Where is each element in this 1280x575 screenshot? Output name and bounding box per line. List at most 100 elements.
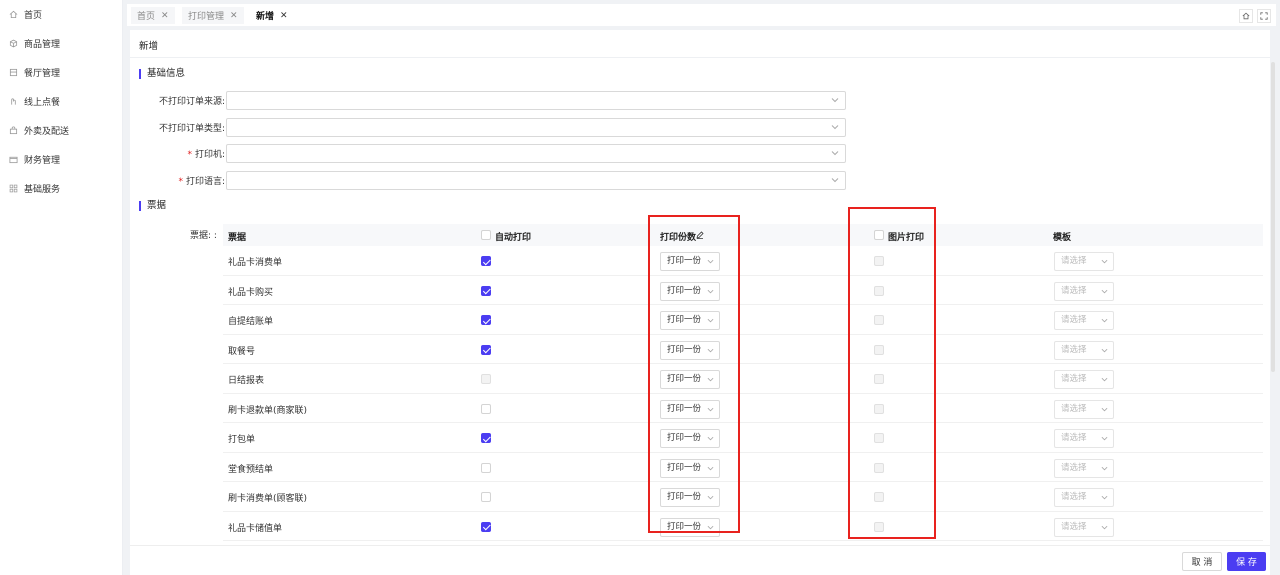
required-mark: * xyxy=(187,150,192,160)
close-icon[interactable]: ✕ xyxy=(230,11,238,21)
auto-print-checkbox[interactable] xyxy=(481,492,491,502)
sidebar-item-home[interactable]: 首页 xyxy=(0,3,123,25)
close-icon[interactable]: ✕ xyxy=(161,11,169,21)
tab-bar: 首页 ✕ 打印管理 ✕ 新增 ✕ xyxy=(127,4,1276,26)
sidebar: 首页 商品管理 餐厅管理 线上点餐 外卖及配送 财务管理 基础服务 xyxy=(0,0,123,575)
chevron-down-icon xyxy=(831,125,839,130)
template-select: 请选择 xyxy=(1054,281,1114,301)
chevron-down-icon xyxy=(707,495,714,500)
tab-print-management[interactable]: 打印管理 ✕ xyxy=(182,7,244,24)
chevron-down-icon xyxy=(1101,348,1108,352)
copies-value: 打印一份 xyxy=(667,315,702,325)
image-print-checkbox xyxy=(874,315,884,325)
chevron-down-icon xyxy=(707,407,714,411)
copies-select[interactable]: 打印一份 xyxy=(660,429,720,448)
exclude-type-select[interactable] xyxy=(226,118,846,137)
auto-print-checkbox[interactable] xyxy=(481,344,491,355)
tickets-table-header: 票据 自动打印 打印份数 图片打印 模板 xyxy=(223,224,1263,246)
close-icon[interactable]: ✕ xyxy=(280,11,288,21)
ticket-name: 刷卡消费单(顾客联) xyxy=(228,494,308,504)
copies-value: 打印一份 xyxy=(667,285,702,296)
chevron-down-icon xyxy=(831,98,839,103)
copies-select[interactable]: 打印一份 xyxy=(660,399,720,419)
table-row: 礼品卡储值单 打印一份 请选择 xyxy=(223,512,1263,541)
print-language-select[interactable] xyxy=(226,171,846,190)
label-text: 打印语言: xyxy=(185,177,225,187)
ticket-name: 堂食预结单 xyxy=(228,464,274,475)
auto-print-checkbox[interactable] xyxy=(481,433,491,443)
section-title-basic: 基础信息 xyxy=(139,69,185,79)
printer-select[interactable] xyxy=(226,144,846,163)
exclude-source-select[interactable] xyxy=(226,91,846,110)
auto-print-checkbox[interactable] xyxy=(481,462,491,473)
table-row: 堂食预结单 打印一份 请选择 xyxy=(223,453,1263,482)
chevron-down-icon xyxy=(707,525,714,529)
template-placeholder: 请选择 xyxy=(1061,521,1087,532)
tickets-field-label: 票据: : xyxy=(190,231,217,241)
tab-label: 打印管理 xyxy=(188,12,225,22)
fullscreen-icon[interactable] xyxy=(1257,9,1271,23)
sidebar-item-label: 餐厅管理 xyxy=(24,68,61,79)
auto-print-all-checkbox[interactable] xyxy=(481,230,491,240)
auto-print-checkbox[interactable] xyxy=(481,285,491,296)
form-label-exclude-type: 不打印订单类型: xyxy=(130,121,225,134)
sidebar-item-online-order[interactable]: 线上点餐 xyxy=(0,90,123,112)
tab-label: 新增 xyxy=(256,12,275,22)
copies-select[interactable]: 打印一份 xyxy=(660,311,720,330)
copies-value: 打印一份 xyxy=(667,492,702,502)
chevron-down-icon xyxy=(707,348,714,352)
auto-print-checkbox[interactable] xyxy=(481,256,491,266)
divider xyxy=(130,57,1270,58)
chevron-down-icon xyxy=(707,259,714,264)
tab-home[interactable]: 首页 ✕ xyxy=(131,7,175,24)
scrollbar[interactable] xyxy=(1271,62,1275,372)
copies-select[interactable]: 打印一份 xyxy=(660,370,720,389)
chevron-down-icon xyxy=(1101,436,1108,441)
label-text: 不打印订单类型: xyxy=(158,124,225,134)
col-header-auto-print: 自动打印 xyxy=(495,233,532,243)
box-icon xyxy=(8,38,18,48)
copies-value: 打印一份 xyxy=(667,256,702,266)
sidebar-item-delivery[interactable]: 外卖及配送 xyxy=(0,119,123,141)
ticket-name: 礼品卡购买 xyxy=(228,287,274,298)
auto-print-checkbox[interactable] xyxy=(481,403,491,414)
copies-select[interactable]: 打印一份 xyxy=(660,517,720,537)
image-print-checkbox xyxy=(874,462,884,473)
edit-icon[interactable] xyxy=(696,231,704,239)
auto-print-checkbox[interactable] xyxy=(481,315,491,325)
copies-select[interactable]: 打印一份 xyxy=(660,458,720,478)
chevron-down-icon xyxy=(707,466,714,470)
chevron-down-icon xyxy=(1101,407,1108,411)
sidebar-item-finance[interactable]: 财务管理 xyxy=(0,148,123,170)
sidebar-item-label: 财务管理 xyxy=(24,155,61,166)
sidebar-item-basic-service[interactable]: 基础服务 xyxy=(0,177,123,199)
copies-select[interactable]: 打印一份 xyxy=(660,252,720,271)
sidebar-item-products[interactable]: 商品管理 xyxy=(0,32,123,54)
sidebar-item-restaurant[interactable]: 餐厅管理 xyxy=(0,61,123,83)
image-print-checkbox xyxy=(874,433,884,443)
template-placeholder: 请选择 xyxy=(1061,285,1087,296)
page-title: 新增 xyxy=(139,41,159,52)
tab-new[interactable]: 新增 ✕ xyxy=(250,7,294,24)
copies-select[interactable]: 打印一份 xyxy=(660,281,720,301)
table-row: 刷卡消费单(顾客联) 打印一份 请选择 xyxy=(223,482,1263,512)
chevron-down-icon xyxy=(707,436,714,441)
cancel-button[interactable]: 取 消 xyxy=(1182,552,1222,571)
copies-value: 打印一份 xyxy=(667,374,702,384)
image-print-all-checkbox[interactable] xyxy=(874,230,884,240)
ticket-name: 日结报表 xyxy=(228,376,265,386)
copies-select[interactable]: 打印一份 xyxy=(660,488,720,507)
form-label-exclude-source: 不打印订单来源: xyxy=(130,94,225,107)
home-shortcut-icon[interactable] xyxy=(1239,9,1253,23)
ticket-name: 礼品卡消费单 xyxy=(228,258,283,268)
template-select: 请选择 xyxy=(1054,399,1114,419)
store-icon xyxy=(8,67,18,77)
ticket-name: 自提结账单 xyxy=(228,317,274,327)
ticket-name: 刷卡退款单(商家联) xyxy=(228,405,308,416)
sidebar-item-label: 基础服务 xyxy=(24,184,61,195)
ticket-name: 礼品卡储值单 xyxy=(228,523,283,534)
sidebar-item-label: 首页 xyxy=(24,10,43,21)
copies-select[interactable]: 打印一份 xyxy=(660,340,720,360)
auto-print-checkbox[interactable] xyxy=(481,521,491,532)
save-button[interactable]: 保 存 xyxy=(1227,552,1266,571)
